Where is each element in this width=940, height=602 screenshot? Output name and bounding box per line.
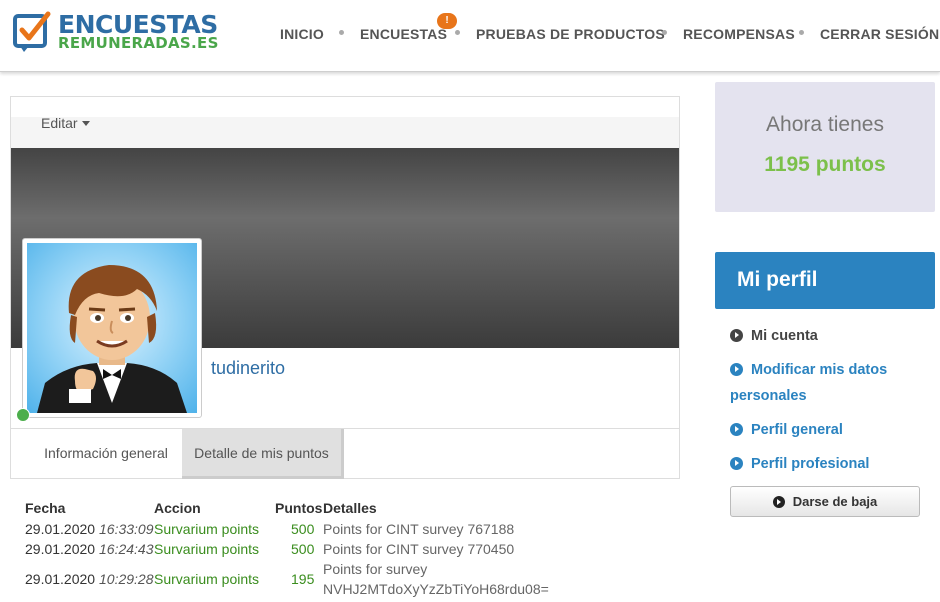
row-time: 10:29:28 [99,571,154,587]
chevron-right-circle-icon [730,329,743,342]
row-action: Survarium points [154,521,260,537]
tab-detalle-puntos[interactable]: Detalle de mis puntos [182,429,344,479]
menu-perfil-general[interactable]: Perfil general [730,417,920,443]
avatar-frame[interactable] [22,238,202,418]
nav-separator [799,30,804,35]
chevron-right-circle-icon [730,423,743,436]
points-summary-title: Ahora tienes [766,113,884,136]
row-detail: Points for survey [323,561,428,577]
row-points: 500 [291,541,315,557]
table-header-fecha: Fecha [25,500,66,516]
checkbox-logo-icon [13,11,51,52]
unsubscribe-label: Darse de baja [792,494,878,509]
mi-perfil-title: Mi perfil [737,268,818,291]
nav-separator [662,30,667,35]
menu-perfil-profesional[interactable]: Perfil profesional [730,451,920,477]
nav-pruebas-productos[interactable]: PRUEBAS DE PRODUCTOS [476,26,665,42]
nav-cerrar-sesion[interactable]: CERRAR SESIÓN [820,26,939,42]
table-header-accion: Accion [154,500,201,516]
row-points: 500 [291,521,315,537]
site-logo[interactable]: ENCUESTAS REMUNERADAS.ES [12,10,218,56]
mi-perfil-header: Mi perfil [715,252,935,309]
nav-separator [455,30,460,35]
row-date: 29.01.2020 [25,521,96,537]
chevron-right-circle-icon [730,457,743,470]
menu-label: Perfil profesional [751,456,870,472]
menu-label: Perfil general [751,422,843,438]
row-points: 195 [291,571,315,587]
edit-dropdown[interactable]: Editar [41,115,90,131]
menu-mi-cuenta[interactable]: Mi cuenta [730,323,920,349]
nav-encuestas[interactable]: ENCUESTAS [360,26,447,42]
caret-down-icon [81,121,90,126]
table-header-detalles: Detalles [323,500,377,516]
top-header: ENCUESTAS REMUNERADAS.ES INICIO ENCUESTA… [0,0,940,72]
row-detail: Points for CINT survey 767188 [323,521,515,537]
points-summary-value: 1195 puntos [764,153,886,176]
menu-label: Mi cuenta [751,328,818,344]
edit-label: Editar [41,115,78,131]
row-time: 16:33:09 [99,521,154,537]
row-detail-line2: NVHJ2MTdoXyYzZbTiYoH68rdu08= [323,581,549,597]
row-action: Survarium points [154,571,260,587]
edit-bar: Editar [11,97,679,148]
chevron-right-circle-icon [730,363,743,376]
nav-recompensas[interactable]: RECOMPENSAS [683,26,795,42]
menu-label-line2: personales [730,388,807,404]
profile-card: Editar tudinerito Información general De… [10,96,680,479]
menu-modificar-datos[interactable]: Modificar mis datos personales [730,357,920,409]
nav-inicio[interactable]: INICIO [280,26,324,42]
table-header-puntos: Puntos [275,500,323,516]
profile-tabs: Información general Detalle de mis punto… [11,428,679,479]
logo-text-line2: REMUNERADAS.ES [58,34,219,52]
avatar [27,243,197,413]
points-summary: Ahora tienes 1195 puntos [715,82,935,212]
row-date: 29.01.2020 [25,571,96,587]
online-status-dot [16,408,30,422]
row-date: 29.01.2020 [25,541,96,557]
row-action: Survarium points [154,541,260,557]
nav-separator [339,30,344,35]
chevron-right-circle-icon [772,496,785,508]
row-detail: Points for CINT survey 770450 [323,541,515,557]
cartoon-avatar-icon [37,265,187,413]
unsubscribe-button[interactable]: Darse de baja [730,486,920,517]
menu-label: Modificar mis datos [751,362,888,378]
tab-informacion-general[interactable]: Información general [31,429,181,479]
notification-badge: ! [437,13,457,29]
profile-username[interactable]: tudinerito [211,358,285,379]
row-time: 16:24:43 [99,541,154,557]
